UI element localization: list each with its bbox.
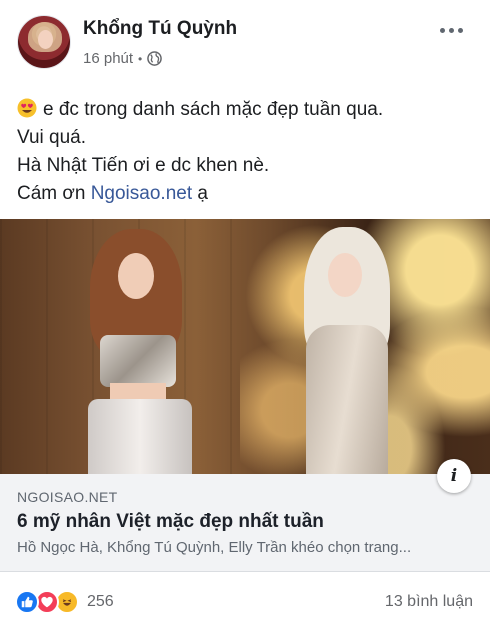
post-footer: 256 13 bình luận xyxy=(0,572,490,637)
like-icon xyxy=(15,590,39,614)
ngoisao-page-link[interactable]: Ngoisao.net xyxy=(91,183,192,204)
post-text-line-4-prefix: Cám ơn xyxy=(17,183,91,204)
more-options-icon[interactable] xyxy=(440,22,468,38)
reactions-summary[interactable]: 256 xyxy=(15,590,114,614)
link-preview-image[interactable] xyxy=(0,219,490,474)
author-avatar[interactable] xyxy=(17,15,71,69)
post-meta: 16 phút • xyxy=(83,50,163,67)
comments-count-link[interactable]: 13 bình luận xyxy=(385,593,473,611)
heart-eyes-emoji xyxy=(17,98,37,118)
globe-icon[interactable] xyxy=(147,51,163,66)
post-header: Khổng Tú Quỳnh 16 phút • xyxy=(0,0,490,82)
link-title[interactable]: 6 mỹ nhân Việt mặc đẹp nhất tuần xyxy=(17,511,324,533)
post-line-1: e đc trong danh sách mặc đẹp tuần qua. xyxy=(17,96,477,124)
link-description: Hồ Ngọc Hà, Khổng Tú Quỳnh, Elly Trần kh… xyxy=(17,539,412,556)
info-icon[interactable]: i xyxy=(437,459,471,493)
post-text-line-2: Vui quá. xyxy=(17,127,87,148)
link-preview-info[interactable]: NGOISAO.NET 6 mỹ nhân Việt mặc đẹp nhất … xyxy=(0,474,490,572)
woman-in-sheer-dress-figure xyxy=(290,225,410,474)
post-timestamp[interactable]: 16 phút xyxy=(83,50,133,67)
link-domain: NGOISAO.NET xyxy=(17,489,118,505)
author-name[interactable]: Khổng Tú Quỳnh xyxy=(83,18,237,40)
reaction-count: 256 xyxy=(87,593,114,610)
post-line-4: Cám ơn Ngoisao.net ạ xyxy=(17,180,477,208)
post-text-line-1: e đc trong danh sách mặc đẹp tuần qua. xyxy=(43,99,384,120)
meta-separator: • xyxy=(138,51,143,66)
post-text: e đc trong danh sách mặc đẹp tuần qua. V… xyxy=(17,96,477,208)
woman-in-silver-top-figure xyxy=(70,227,210,474)
post-text-line-3: Hà Nhật Tiến ơi e dc khen nè. xyxy=(17,155,270,176)
post-text-line-4-suffix: ạ xyxy=(192,183,208,204)
